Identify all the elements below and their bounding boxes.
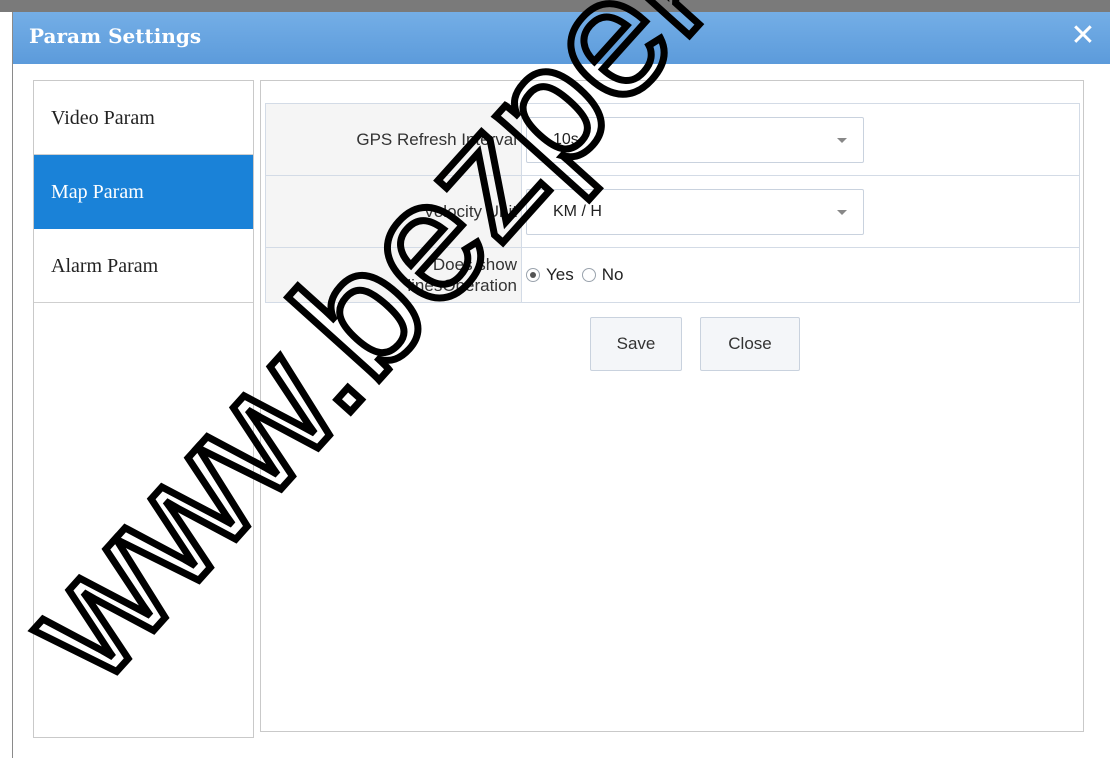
show-lines-label: Does show linesOperation — [266, 248, 522, 302]
chevron-down-icon — [837, 137, 847, 143]
no-radio[interactable] — [581, 268, 596, 282]
velocity-unit-value: KM / H — [553, 202, 602, 220]
sidebar-item-alarm-param[interactable]: Alarm Param — [34, 229, 253, 303]
show-lines-yes-option[interactable]: Yes — [526, 265, 574, 285]
velocity-unit-label: Velocity Unit — [266, 176, 522, 247]
yes-radio-label: Yes — [546, 265, 574, 284]
gps-refresh-select[interactable]: 10s — [526, 116, 864, 163]
show-lines-label-line1: Does show — [432, 255, 517, 274]
form-row-gps-refresh: GPS Refresh Interval 10s — [266, 104, 1079, 176]
gps-refresh-value: 10s — [553, 130, 579, 148]
yes-radio[interactable] — [526, 268, 540, 282]
dialog-title: Param Settings — [29, 24, 202, 48]
form-row-velocity-unit: Velocity Unit KM / H — [266, 176, 1079, 248]
no-radio-label: No — [601, 265, 624, 284]
form-row-show-lines: Does show linesOperation Yes No — [266, 248, 1079, 302]
sidebar-item-map-param[interactable]: Map Param — [34, 155, 253, 229]
save-button[interactable]: Save — [590, 317, 682, 371]
show-lines-label-line2: linesOperation — [407, 276, 517, 295]
background-strip — [0, 0, 1110, 12]
velocity-unit-select[interactable]: KM / H — [526, 188, 864, 235]
param-sidebar: Video Param Map Param Alarm Param — [33, 80, 254, 738]
param-settings-dialog: Param Settings ✕ Video Param Map Param A… — [12, 12, 1110, 758]
gps-refresh-label: GPS Refresh Interval — [266, 104, 522, 175]
show-lines-no-option[interactable]: No — [581, 265, 624, 285]
chevron-down-icon — [837, 209, 847, 215]
close-button[interactable]: Close — [700, 317, 800, 371]
sidebar-item-video-param[interactable]: Video Param — [34, 81, 253, 155]
dialog-titlebar[interactable]: Param Settings ✕ — [13, 12, 1110, 64]
close-icon[interactable]: ✕ — [1069, 21, 1097, 51]
settings-form: GPS Refresh Interval 10s Velocity Unit K… — [265, 103, 1080, 303]
map-param-panel: GPS Refresh Interval 10s Velocity Unit K… — [260, 80, 1084, 732]
